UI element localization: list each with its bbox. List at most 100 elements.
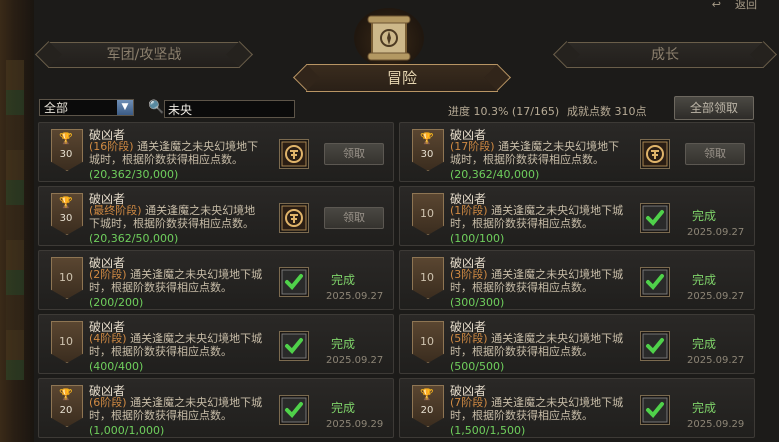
completed-date: 2025.09.27 <box>687 227 745 238</box>
checkmark-icon <box>279 395 309 425</box>
achievement-progress: (300/300) <box>450 296 505 309</box>
badge-points: 20 <box>59 405 73 416</box>
stage-label: (最终阶段) <box>89 204 142 217</box>
category-select[interactable]: 全部 ▼ <box>39 99 134 116</box>
stage-label: (5阶段) <box>450 332 488 345</box>
achievement-desc: (5阶段) 通关逢魔之未央幻境地下城时，根据阶数获得相应点数。 <box>450 332 624 358</box>
achievement-desc: (1阶段) 通关逢魔之未央幻境地下城时，根据阶数获得相应点数。 <box>450 204 624 230</box>
trophy-icon: 🏆 <box>420 388 434 401</box>
completed-date: 2025.09.27 <box>326 355 384 366</box>
stage-label: (4阶段) <box>89 332 127 345</box>
background-edge <box>0 0 34 442</box>
reward-emblem-icon <box>279 203 309 233</box>
claim-button[interactable]: 领取 <box>324 143 384 165</box>
checkmark-icon <box>279 267 309 297</box>
achievement-points-text: 成就点数 310点 <box>567 105 647 118</box>
points-badge: 🏆 20 <box>51 385 83 431</box>
stage-label: (2阶段) <box>89 268 127 281</box>
claim-button[interactable]: 领取 <box>685 143 745 165</box>
completed-date: 2025.09.27 <box>326 291 384 302</box>
achievement-card: 🏆 20 破凶者 (6阶段) 通关逢魔之未央幻境地下城时，根据阶数获得相应点数。 (1,… <box>38 378 394 438</box>
search-icon: 🔍 <box>148 100 165 115</box>
points-badge: 🏆 20 <box>412 385 444 431</box>
points-badge: 10 <box>412 193 444 239</box>
achievement-desc: (4阶段) 通关逢魔之未央幻境地下城时，根据阶数获得相应点数。 <box>89 332 263 358</box>
achievement-desc: (16阶段) 通关逢魔之未央幻境地下城时，根据阶数获得相应点数。 <box>89 140 259 166</box>
checkmark-icon <box>640 395 670 425</box>
completed-label: 完成 <box>692 401 717 415</box>
achievement-desc: (2阶段) 通关逢魔之未央幻境地下城时，根据阶数获得相应点数。 <box>89 268 263 294</box>
badge-points: 10 <box>59 335 73 348</box>
badge-points: 10 <box>59 271 73 284</box>
progress-text: 进度 10.3% (17/165) <box>448 105 560 118</box>
stage-label: (1阶段) <box>450 204 488 217</box>
back-arrow-icon[interactable]: ↩ <box>712 0 721 11</box>
completed-label: 完成 <box>692 273 717 287</box>
achievement-desc: (最终阶段) 通关逢魔之未央幻境地下城时，根据阶数获得相应点数。 <box>89 204 256 230</box>
badge-points: 10 <box>420 207 434 220</box>
back-link[interactable]: 返回 <box>735 0 757 12</box>
points-badge: 🏆 30 <box>51 193 83 239</box>
achievement-desc: (6阶段) 通关逢魔之未央幻境地下城时，根据阶数获得相应点数。 <box>89 396 263 422</box>
completed-label: 完成 <box>692 209 717 223</box>
achievement-card: 🏆 30 破凶者 (16阶段) 通关逢魔之未央幻境地下城时，根据阶数获得相应点数。 (2… <box>38 122 394 182</box>
trophy-icon: 🏆 <box>420 132 434 145</box>
scroll-compass-emblem-icon <box>354 8 424 68</box>
completed-label: 完成 <box>331 401 356 415</box>
achievement-progress: (500/500) <box>450 360 505 373</box>
badge-points: 30 <box>59 213 73 224</box>
badge-points: 30 <box>59 149 73 160</box>
achievement-progress: (200/200) <box>89 296 144 309</box>
achievement-card: 🏆 30 破凶者 (最终阶段) 通关逢魔之未央幻境地下城时，根据阶数获得相应点数。 (2… <box>38 186 394 246</box>
badge-points: 10 <box>420 335 434 348</box>
achievement-card: 🏆 20 破凶者 (7阶段) 通关逢魔之未央幻境地下城时，根据阶数获得相应点数。 (1,… <box>399 378 755 438</box>
achievement-progress: (20,362/50,000) <box>89 232 179 245</box>
trophy-icon: 🏆 <box>59 132 73 145</box>
tab-legion[interactable]: 军团/攻坚战 <box>48 42 240 68</box>
claim-button[interactable]: 领取 <box>324 207 384 229</box>
checkmark-icon <box>640 331 670 361</box>
checkmark-icon <box>279 331 309 361</box>
chevron-down-icon[interactable]: ▼ <box>117 100 133 115</box>
points-badge: 🏆 30 <box>412 129 444 175</box>
category-select-value: 全部 <box>44 101 69 115</box>
reward-emblem-icon <box>640 139 670 169</box>
search-input[interactable] <box>164 100 295 118</box>
checkmark-icon <box>640 203 670 233</box>
tab-growth[interactable]: 成长 <box>566 42 764 68</box>
achievement-card: 10 破凶者 (4阶段) 通关逢魔之未央幻境地下城时，根据阶数获得相应点数。 (400… <box>38 314 394 374</box>
points-badge: 10 <box>51 321 83 367</box>
stage-label: (3阶段) <box>450 268 488 281</box>
trophy-icon: 🏆 <box>59 196 73 209</box>
achievement-card: 10 破凶者 (2阶段) 通关逢魔之未央幻境地下城时，根据阶数获得相应点数。 (200… <box>38 250 394 310</box>
achievement-card: 10 破凶者 (5阶段) 通关逢魔之未央幻境地下城时，根据阶数获得相应点数。 (500… <box>399 314 755 374</box>
achievement-desc: (17阶段) 通关逢魔之未央幻境地下城时，根据阶数获得相应点数。 <box>450 140 620 166</box>
achievement-desc: (3阶段) 通关逢魔之未央幻境地下城时，根据阶数获得相应点数。 <box>450 268 624 294</box>
stage-label: (17阶段) <box>450 140 495 153</box>
achievement-progress: (20,362/30,000) <box>89 168 179 181</box>
achievement-card: 10 破凶者 (1阶段) 通关逢魔之未央幻境地下城时，根据阶数获得相应点数。 (100… <box>399 186 755 246</box>
achievement-progress: (1,500/1,500) <box>450 424 526 437</box>
completed-label: 完成 <box>692 337 717 351</box>
completed-date: 2025.09.29 <box>326 419 384 430</box>
trophy-icon: 🏆 <box>59 388 73 401</box>
tab-adventure[interactable]: 冒险 <box>306 64 498 92</box>
completed-date: 2025.09.29 <box>687 419 745 430</box>
points-badge: 10 <box>412 321 444 367</box>
badge-points: 10 <box>420 271 434 284</box>
completed-label: 完成 <box>331 273 356 287</box>
badge-points: 20 <box>420 405 434 416</box>
reward-emblem-icon <box>279 139 309 169</box>
claim-all-button[interactable]: 全部领取 <box>674 96 754 120</box>
achievement-progress: (20,362/40,000) <box>450 168 540 181</box>
achievement-progress: (100/100) <box>450 232 505 245</box>
checkmark-icon <box>640 267 670 297</box>
completed-label: 完成 <box>331 337 356 351</box>
points-badge: 10 <box>412 257 444 303</box>
completed-date: 2025.09.27 <box>687 355 745 366</box>
points-badge: 10 <box>51 257 83 303</box>
achievement-desc: (7阶段) 通关逢魔之未央幻境地下城时，根据阶数获得相应点数。 <box>450 396 624 422</box>
achievement-progress: (1,000/1,000) <box>89 424 165 437</box>
achievement-progress: (400/400) <box>89 360 144 373</box>
achievement-card: 🏆 30 破凶者 (17阶段) 通关逢魔之未央幻境地下城时，根据阶数获得相应点数。 (2… <box>399 122 755 182</box>
